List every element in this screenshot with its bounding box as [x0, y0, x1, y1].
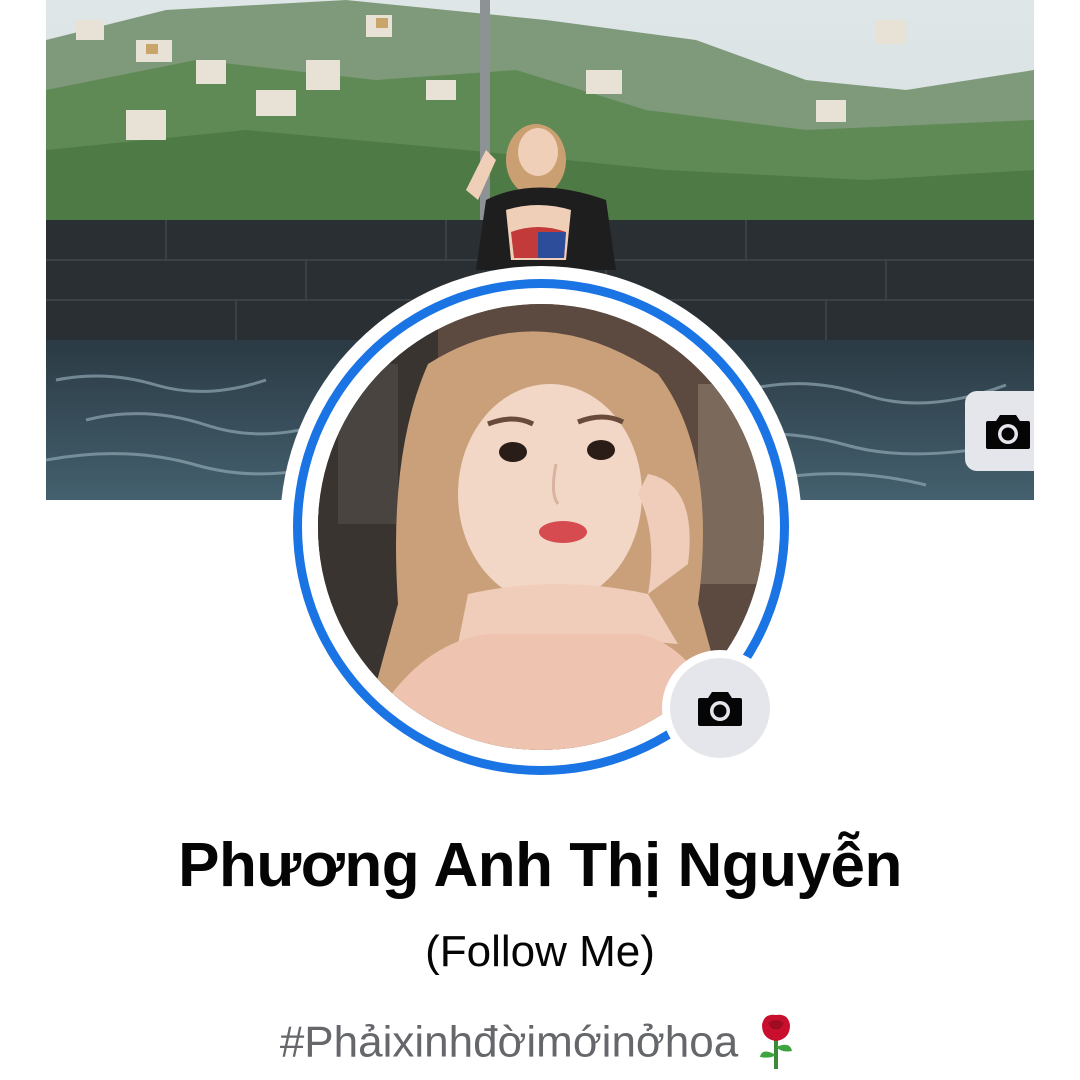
camera-icon [698, 692, 742, 726]
avatar-camera-button[interactable] [670, 658, 770, 758]
profile-name: Phương Anh Thị Nguyễn [178, 831, 902, 900]
bio-text: #Phảixinhđờimớinởhoa [279, 1017, 739, 1067]
cover-camera-button[interactable] [965, 391, 1034, 471]
camera-icon [986, 415, 1030, 449]
rose-emoji [760, 1014, 793, 1069]
profile-bio: #Phảixinhđờimớinởhoa [0, 1014, 1080, 1075]
profile-subtitle: (Follow Me) [425, 927, 655, 976]
profile-page: Phương Anh Thị Nguyễn (Follow Me) #Phảix… [0, 0, 1080, 1080]
